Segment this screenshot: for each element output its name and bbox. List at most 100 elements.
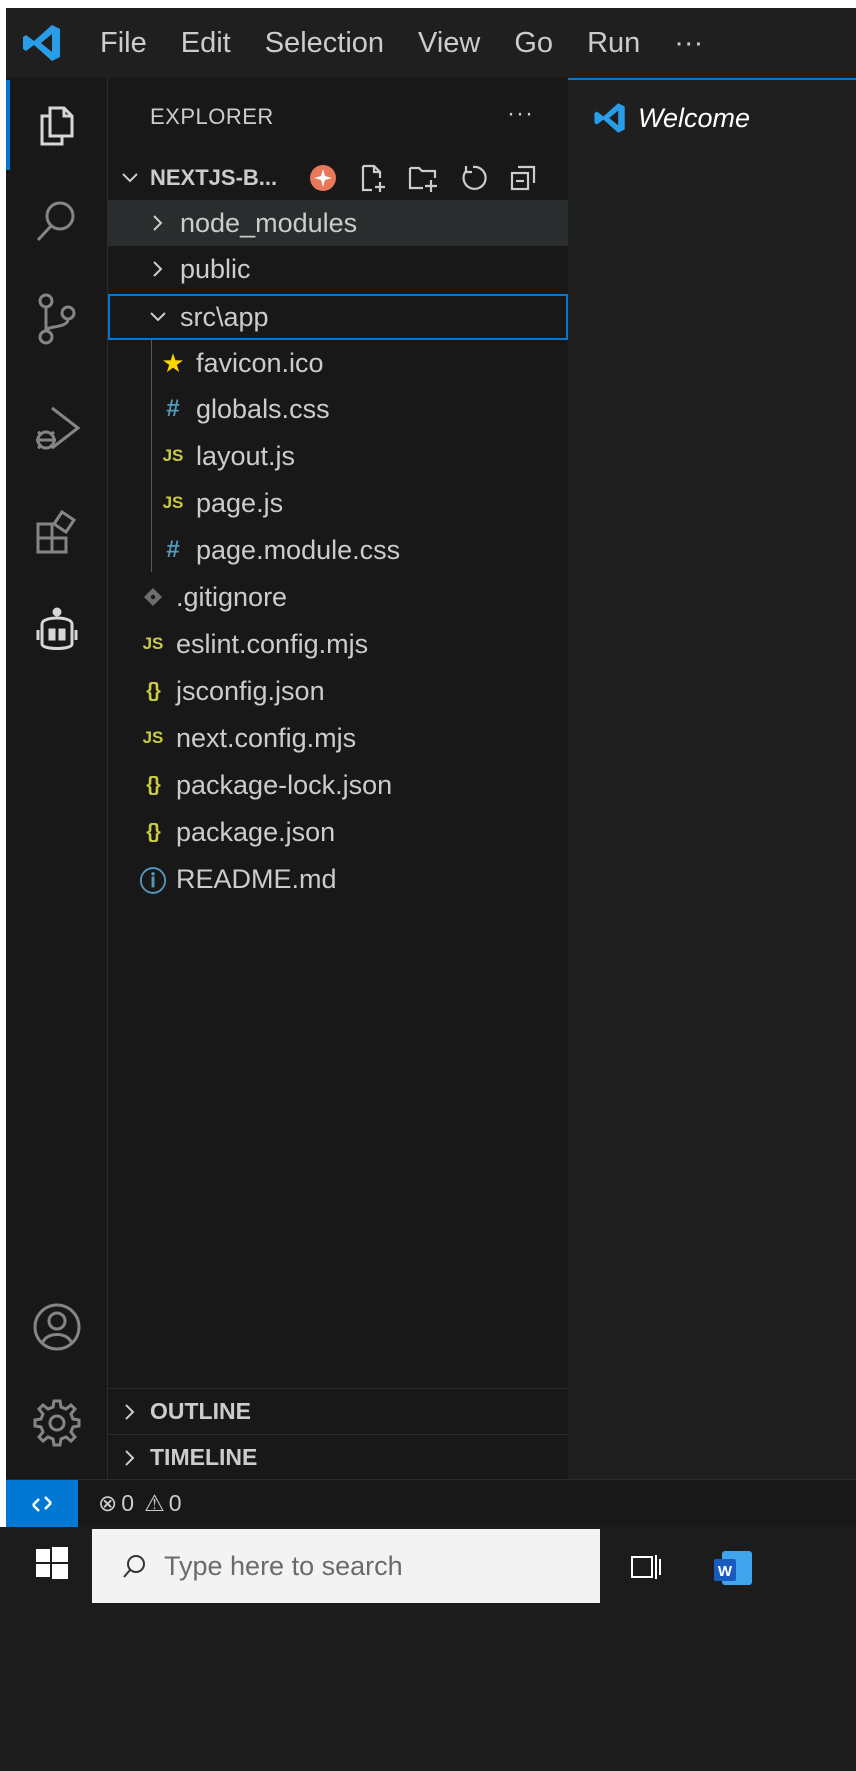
badge-button[interactable] bbox=[298, 156, 348, 200]
tree-file-package-json[interactable]: {} package.json bbox=[108, 809, 568, 855]
new-file-icon bbox=[361, 164, 385, 192]
chevron-right-icon bbox=[146, 214, 170, 232]
new-file-button[interactable] bbox=[348, 156, 398, 200]
outline-section[interactable]: OUTLINE bbox=[108, 1388, 568, 1434]
vscode-logo-icon bbox=[23, 25, 60, 61]
editor-tabs: Welcome bbox=[568, 78, 856, 156]
workspace-folder-name: NEXTJS-B... bbox=[150, 165, 278, 190]
js-icon: JS bbox=[142, 634, 164, 653]
vscode-logo-icon bbox=[594, 103, 625, 133]
menu-edit[interactable]: Edit bbox=[181, 27, 231, 60]
chevron-down-icon bbox=[118, 172, 142, 184]
chevron-down-icon bbox=[146, 311, 170, 323]
task-view-icon[interactable] bbox=[628, 1549, 664, 1585]
menu-selection[interactable]: Selection bbox=[265, 27, 384, 60]
tree-item-label: eslint.config.mjs bbox=[176, 628, 369, 659]
chevron-right-icon bbox=[118, 1403, 142, 1421]
js-icon: JS bbox=[162, 446, 184, 465]
tree-folder-node-modules[interactable]: node_modules bbox=[108, 200, 568, 246]
folder-actions bbox=[298, 156, 548, 200]
outline-label: OUTLINE bbox=[150, 1398, 251, 1424]
title-bar: File Edit Selection View Go Run ··· bbox=[6, 8, 856, 78]
git-icon bbox=[140, 587, 166, 607]
menu-run[interactable]: Run bbox=[587, 27, 640, 60]
activity-accounts[interactable] bbox=[6, 1282, 108, 1372]
tree-file-readme[interactable]: ⓘ README.md bbox=[108, 856, 568, 902]
refresh-icon bbox=[462, 165, 487, 190]
taskbar-search-box[interactable]: Type here to search bbox=[92, 1529, 600, 1603]
status-bar: ⊗ 0 ⚠ 0 bbox=[6, 1479, 856, 1528]
timeline-section[interactable]: TIMELINE bbox=[108, 1434, 568, 1480]
css-hash-icon: # bbox=[166, 395, 180, 422]
activity-copilot[interactable] bbox=[6, 586, 108, 676]
tab-label: Welcome bbox=[638, 102, 751, 133]
activity-extensions[interactable] bbox=[6, 486, 108, 576]
menu-go[interactable]: Go bbox=[514, 27, 553, 60]
menu-more[interactable]: ··· bbox=[674, 27, 703, 60]
tree-file-next-config[interactable]: JS next.config.mjs bbox=[108, 715, 568, 761]
activity-source-control[interactable] bbox=[6, 274, 108, 364]
tree-item-label: package-lock.json bbox=[176, 769, 393, 800]
source-control-icon bbox=[38, 293, 76, 345]
activity-run-debug[interactable] bbox=[6, 384, 108, 474]
json-icon: {} bbox=[146, 820, 161, 843]
js-icon: JS bbox=[142, 728, 164, 747]
collapse-all-button[interactable] bbox=[498, 156, 548, 200]
timeline-label: TIMELINE bbox=[150, 1444, 258, 1470]
tree-item-label: next.config.mjs bbox=[176, 722, 357, 753]
tab-welcome[interactable]: Welcome bbox=[568, 78, 856, 156]
workspace-folder-row[interactable]: NEXTJS-B... bbox=[108, 156, 568, 200]
tree-folder-public[interactable]: public bbox=[108, 246, 568, 292]
tree-file-eslint-config[interactable]: JS eslint.config.mjs bbox=[108, 621, 568, 667]
robot-icon bbox=[36, 607, 78, 650]
remote-icon bbox=[32, 1495, 52, 1512]
new-folder-button[interactable] bbox=[398, 156, 448, 200]
menu-file[interactable]: File bbox=[100, 27, 147, 60]
chevron-right-icon bbox=[118, 1449, 142, 1467]
word-app-icon[interactable]: W bbox=[710, 1545, 756, 1591]
tree-file-page-js[interactable]: JS page.js bbox=[108, 480, 568, 526]
tree-file-layout-js[interactable]: JS layout.js bbox=[108, 433, 568, 479]
chevron-right-icon bbox=[146, 260, 170, 278]
tree-file-jsconfig[interactable]: {} jsconfig.json bbox=[108, 668, 568, 714]
tree-file-package-lock[interactable]: {} package-lock.json bbox=[108, 762, 568, 808]
activity-manage[interactable] bbox=[6, 1378, 108, 1468]
menu-bar: File Edit Selection View Go Run ··· bbox=[100, 27, 737, 60]
activity-search[interactable] bbox=[6, 176, 108, 266]
explorer-more-actions-button[interactable]: ··· bbox=[507, 100, 534, 128]
tree-item-label: page.js bbox=[196, 487, 284, 518]
run-debug-icon bbox=[36, 406, 81, 450]
windows-start-icon[interactable] bbox=[30, 1541, 74, 1585]
search-icon bbox=[36, 201, 75, 242]
error-icon: ⊗ bbox=[98, 1490, 118, 1516]
account-icon bbox=[33, 1303, 81, 1351]
tree-folder-src-app[interactable]: src\app bbox=[108, 294, 568, 340]
menu-view[interactable]: View bbox=[418, 27, 480, 60]
activity-explorer[interactable] bbox=[6, 80, 108, 170]
editor-area: Welcome bbox=[568, 78, 856, 1479]
explorer-header: EXPLORER bbox=[108, 78, 568, 156]
tree-item-label: public bbox=[180, 253, 251, 284]
problems-indicator[interactable]: ⊗ 0 ⚠ 0 bbox=[98, 1490, 186, 1517]
gear-icon bbox=[33, 1399, 81, 1447]
error-count: 0 bbox=[121, 1490, 135, 1516]
warning-icon: ⚠ bbox=[144, 1490, 165, 1516]
tree-item-label: layout.js bbox=[196, 440, 296, 471]
refresh-button[interactable] bbox=[448, 156, 498, 200]
tree-item-label: jsconfig.json bbox=[176, 675, 325, 706]
css-hash-icon: # bbox=[166, 536, 180, 563]
tree-item-label: favicon.ico bbox=[196, 347, 324, 378]
tree-file-favicon[interactable]: ★ favicon.ico bbox=[108, 340, 568, 386]
json-icon: {} bbox=[146, 679, 161, 702]
info-icon: ⓘ bbox=[139, 866, 167, 897]
svg-text:W: W bbox=[718, 1563, 733, 1580]
tree-file-gitignore[interactable]: .gitignore bbox=[108, 574, 568, 620]
remote-indicator-button[interactable] bbox=[6, 1479, 78, 1528]
tree-file-globals-css[interactable]: # globals.css bbox=[108, 386, 568, 432]
tree-file-page-module-css[interactable]: # page.module.css bbox=[108, 527, 568, 573]
tree-item-label: src\app bbox=[180, 301, 269, 332]
warning-count: 0 bbox=[168, 1490, 182, 1516]
new-folder-icon bbox=[408, 166, 437, 192]
tree-item-label: globals.css bbox=[196, 393, 330, 424]
star-icon: ★ bbox=[161, 347, 185, 378]
